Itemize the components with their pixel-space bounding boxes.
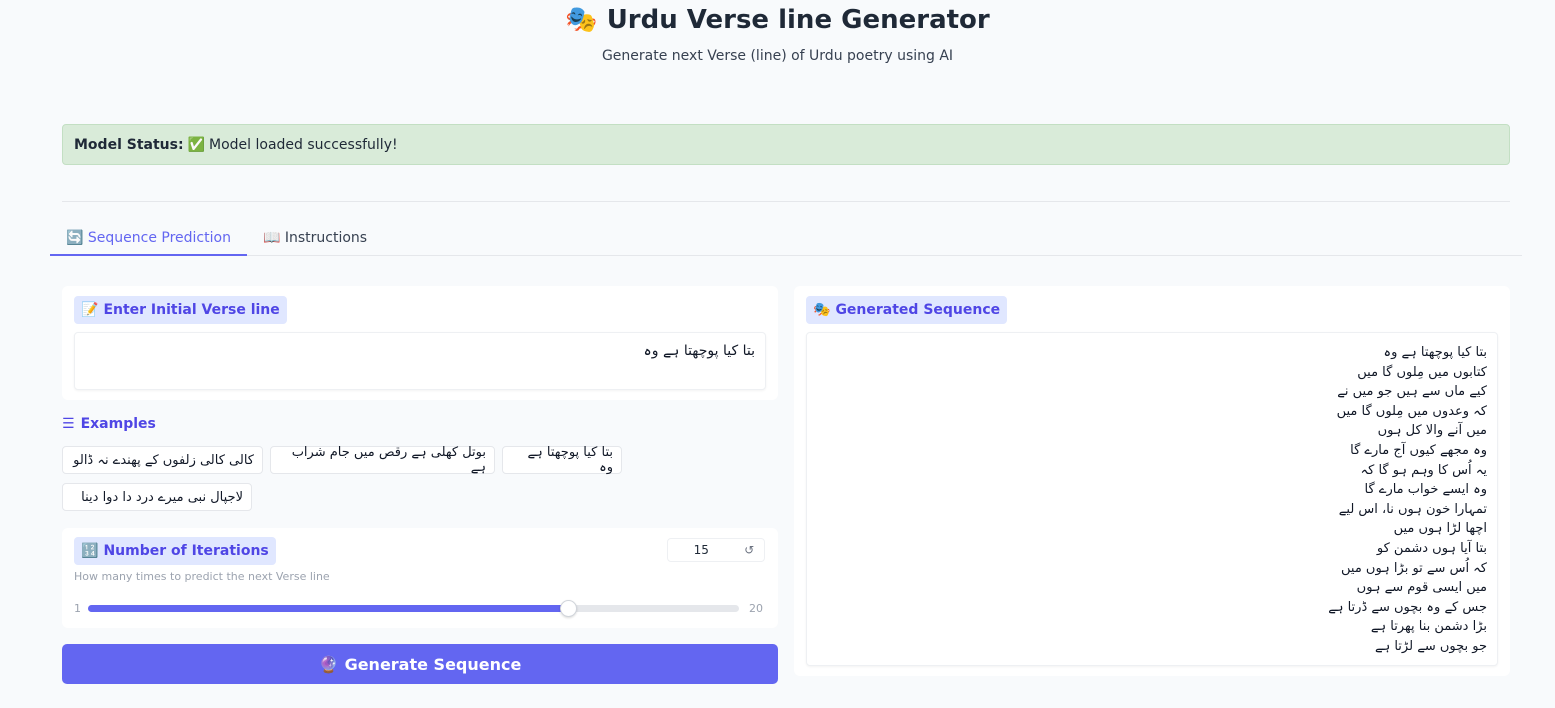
verse-input[interactable]: بتا کیا پوچھتا ہے وہ [74,332,766,390]
iterations-number-input[interactable]: 15 ↺ [667,538,765,562]
input-label: 📝 Enter Initial Verse line [74,296,287,324]
memo-icon: 📝 [81,302,99,318]
iterations-label: 🔢 Number of Iterations [74,537,276,565]
tab-instructions[interactable]: 📖 Instructions [247,226,383,256]
tab-bar: 🔄 Sequence Prediction 📖 Instructions [50,226,1522,256]
iterations-value[interactable]: 15 [668,543,735,557]
output-line: وہ مجھے کیوں آج مارے گا [1350,442,1487,458]
examples-heading: ☰ Examples [62,416,156,432]
example-button[interactable]: بوتل کھلی ہے رقص میں جام شراب ہے [270,445,495,475]
output-line: تمہارا خون ہوں نا، اس لیے [1338,501,1487,517]
refresh-icon: 🔄 [66,230,84,246]
slider-max-label: 20 [749,602,763,615]
numbers-icon: 🔢 [81,543,99,559]
tab-label: Instructions [284,230,368,246]
page-title-text: Urdu Verse line Generator [606,5,990,35]
output-line: بتا کیا پوچھتا ہے وہ [1383,345,1487,360]
output-line: یہ اُس کا وہم ہو گا کہ [1360,462,1488,478]
output-line: کہ وعدوں میں مِلوں گا میں [1336,403,1487,419]
output-line: بڑا دشمن بنا پھرتا ہے [1370,619,1487,635]
output-line: کیے ماں سے ہیں جو میں نے [1337,384,1487,400]
iterations-label-text: Number of Iterations [103,543,269,559]
book-icon: 📖 [262,230,281,246]
output-label: 🎭 Generated Sequence [806,296,1008,324]
output-line: میں ایسی قوم سے ہوں [1356,580,1487,596]
output-label-text: Generated Sequence [835,302,1001,318]
list-icon: ☰ [62,416,75,432]
theater-masks-icon: 🎭 [565,5,598,35]
reset-icon[interactable]: ↺ [735,543,764,557]
crystal-ball-icon: 🔮 [318,654,339,674]
model-status-banner: Model Status: ✅ Model loaded successfull… [62,124,1510,165]
example-button[interactable]: بتا کیا پوچھتا ہے وہ [502,445,622,475]
generated-sequence-output[interactable]: بتا کیا پوچھتا ہے وہ کتابوں میں مِلوں گا … [806,332,1498,666]
page-title: 🎭 Urdu Verse line Generator [0,4,1555,36]
page-subtitle: Generate next Verse (line) of Urdu poetr… [601,48,954,64]
output-line: میں آنے والا کل ہوں [1377,423,1487,439]
output-line: بتا آیا ہوں دشمن کو [1376,540,1487,556]
slider-fill [88,605,568,612]
example-button[interactable]: کالی کالی زلفوں کے پھندے نہ ڈالو [62,446,263,474]
slider-thumb[interactable] [559,600,577,617]
status-text: Model loaded successfully! [209,136,398,153]
check-icon: ✅ [187,136,205,153]
divider [62,201,1510,202]
output-line: کتابوں میں مِلوں گا میں [1357,364,1487,380]
tab-sequence-prediction[interactable]: 🔄 Sequence Prediction [50,226,247,256]
output-line: جس کے وہ بچوں سے ڈرتا ہے [1328,599,1487,615]
generate-sequence-button[interactable]: 🔮 Generate Sequence [62,644,778,684]
examples-label: Examples [80,416,156,432]
output-line: وہ ایسے خواب مارے گا [1364,482,1487,498]
input-label-text: Enter Initial Verse line [103,302,280,318]
output-line: جو بچوں سے لڑتا ہے [1374,638,1487,654]
tab-label: Sequence Prediction [87,230,231,246]
generate-label: Generate Sequence [344,654,522,674]
output-line: کہ اُس سے تو بڑا ہوں میں [1341,560,1487,576]
status-label: Model Status: [74,136,184,153]
slider-min-label: 1 [74,602,81,615]
iterations-slider[interactable] [88,600,739,617]
example-button[interactable]: لاجپال نبی میرے درد دا دوا دینا [62,483,252,511]
iterations-hint: How many times to predict the next Verse… [74,570,330,583]
page-header: 🎭 Urdu Verse line Generator Generate nex… [0,4,1555,64]
output-line: اچھا لڑا ہوں میں [1393,521,1487,537]
theater-masks-icon: 🎭 [813,302,831,318]
